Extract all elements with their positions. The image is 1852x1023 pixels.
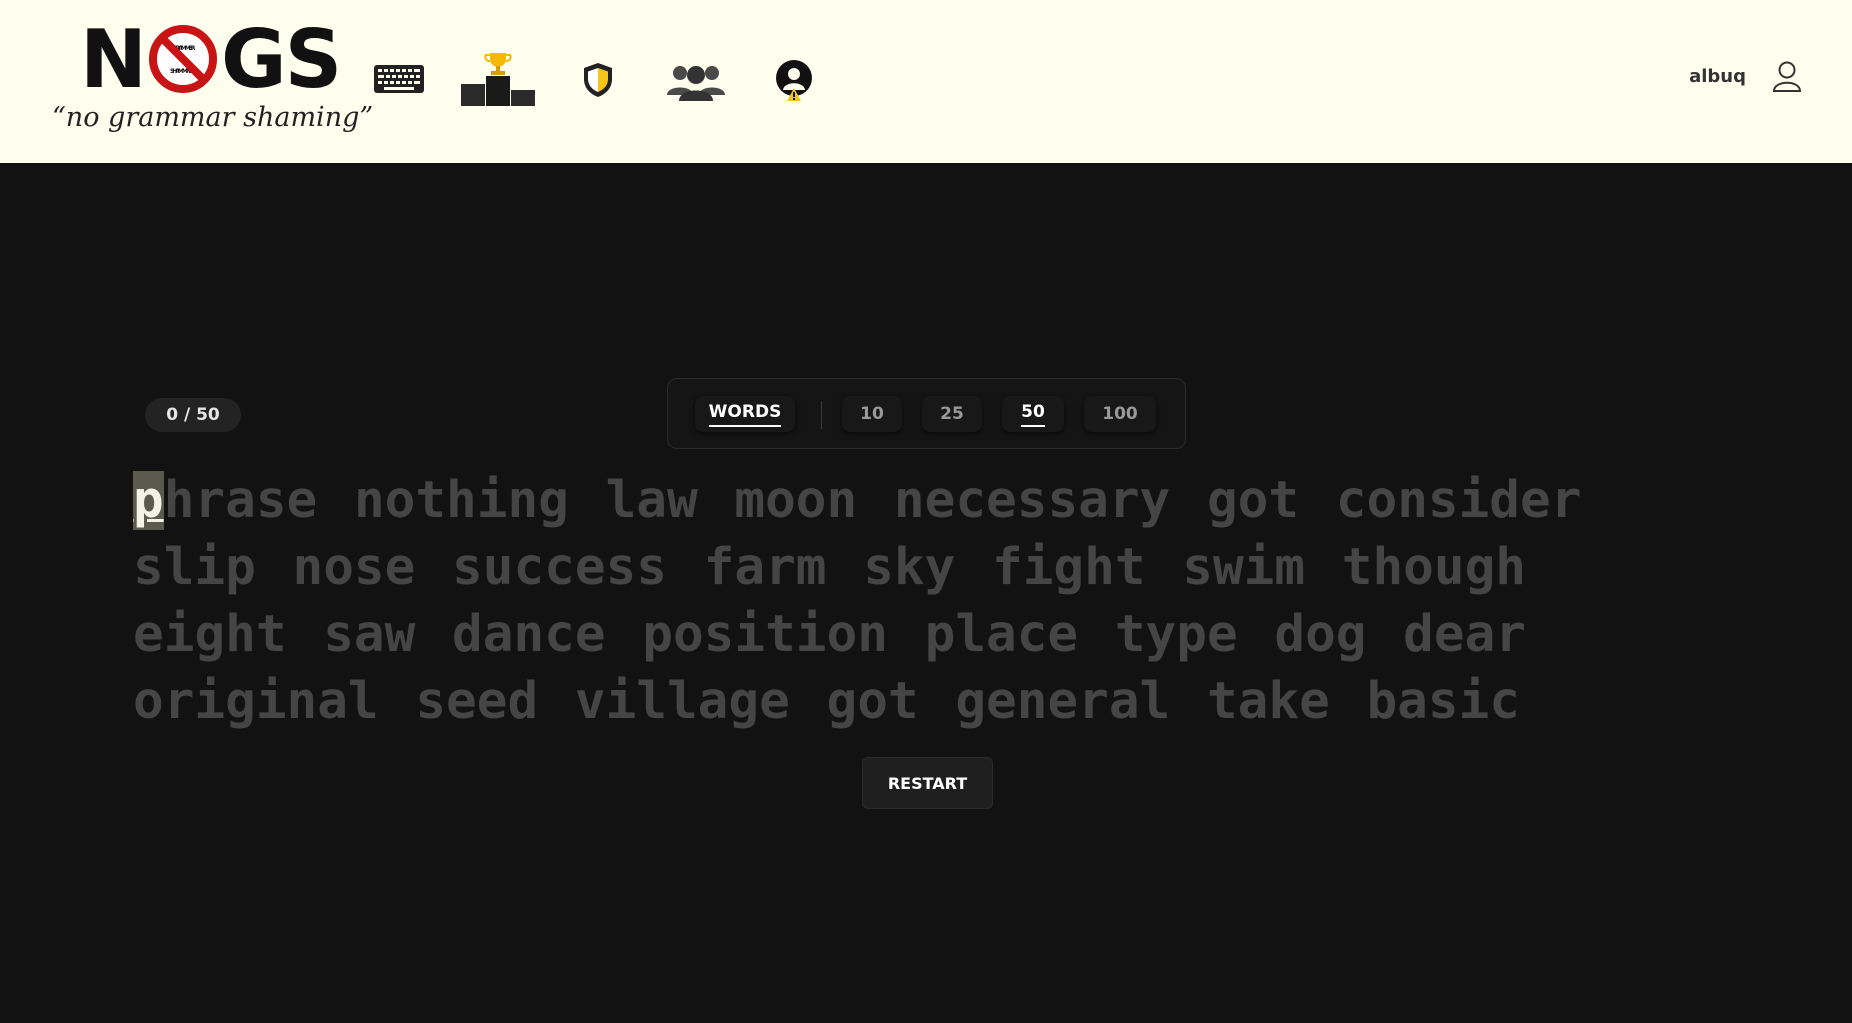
logo-tagline: “no grammar shaming” xyxy=(52,102,374,133)
user-icon[interactable] xyxy=(1772,60,1802,92)
count-25-button[interactable]: 25 xyxy=(922,396,982,432)
count-50-label: 50 xyxy=(1021,402,1045,427)
nav-leaderboard[interactable] xyxy=(460,50,536,106)
shield-icon xyxy=(584,63,612,97)
count-50-button[interactable]: 50 xyxy=(1002,396,1064,432)
word-line: phrase nothing law moon necessary got co… xyxy=(133,467,1773,534)
group-icon xyxy=(667,66,725,101)
word-progress-counter: 0 / 50 xyxy=(145,398,241,432)
restart-button[interactable]: RESTART xyxy=(862,757,993,809)
nav-community[interactable] xyxy=(666,60,726,102)
nav-profile[interactable] xyxy=(774,58,814,104)
typing-words-area[interactable]: phrase nothing law moon necessary got co… xyxy=(133,467,1773,735)
user-menu[interactable]: albuq xyxy=(1689,60,1802,92)
count-100-button[interactable]: 100 xyxy=(1084,396,1156,432)
word-line-text: hrase nothing law moon necessary got con… xyxy=(163,471,1582,530)
logo-letter-n: N xyxy=(80,12,147,106)
site-logo[interactable]: N GRAMMER SHAMMING GS “no grammar shamin… xyxy=(32,6,373,146)
word-line: slip nose success farm sky fight swim th… xyxy=(133,538,1527,597)
count-10-label: 10 xyxy=(860,404,884,424)
username-label[interactable]: albuq xyxy=(1689,66,1746,87)
count-100-label: 100 xyxy=(1102,404,1138,424)
count-25-label: 25 xyxy=(940,404,964,424)
nav-typing-test[interactable] xyxy=(372,60,426,98)
logo-letters-gs: GS xyxy=(220,12,342,106)
leaderboard-podium-icon xyxy=(461,53,535,106)
test-mode-selector: WORDS 10 25 50 100 xyxy=(667,378,1186,449)
no-sign-icon: GRAMMER SHAMMING xyxy=(148,25,217,93)
count-10-button[interactable]: 10 xyxy=(842,396,902,432)
word-line: eight saw dance position place type dog … xyxy=(133,605,1527,664)
top-header: N GRAMMER SHAMMING GS “no grammar shamin… xyxy=(0,0,1852,163)
keyboard-icon xyxy=(374,65,424,93)
mode-divider xyxy=(821,401,822,429)
mode-words-button[interactable]: WORDS xyxy=(695,396,795,432)
logo-wordmark: N GRAMMER SHAMMING GS xyxy=(80,12,342,106)
mode-words-label: WORDS xyxy=(708,402,782,427)
caret-character: p xyxy=(133,471,164,530)
word-line: original seed village got general take b… xyxy=(133,672,1521,731)
profile-alert-icon xyxy=(776,60,812,101)
nav-moderation[interactable] xyxy=(580,60,616,100)
